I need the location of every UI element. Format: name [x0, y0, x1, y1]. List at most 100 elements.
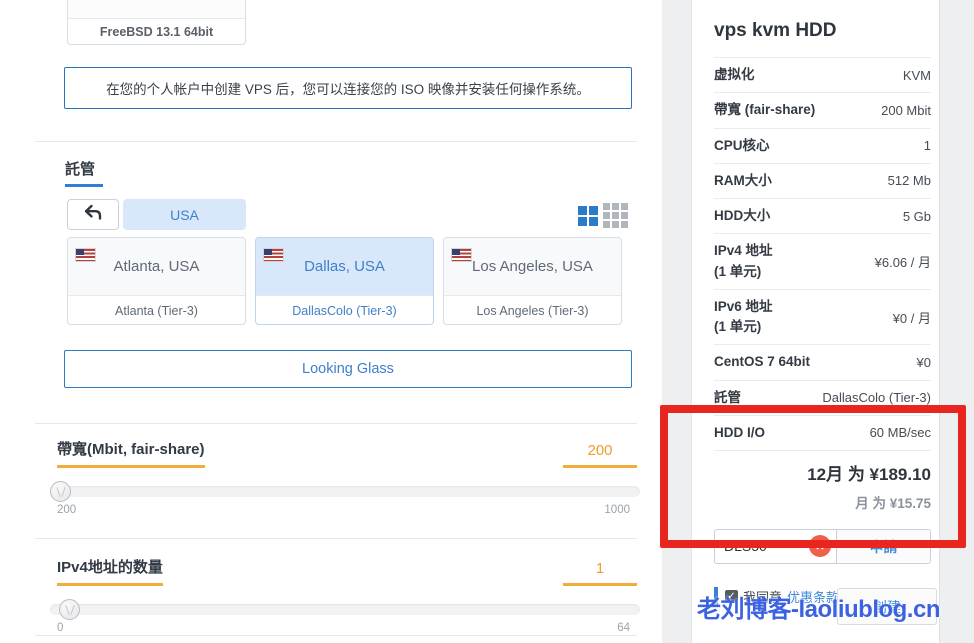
- location-city: Los Angeles, USA: [472, 258, 593, 275]
- plan-title: vps kvm HDD: [714, 0, 931, 58]
- spec-row: IPv6 地址(1 单元) ¥0 / 月: [714, 290, 931, 346]
- spec-value: DallasColo (Tier-3): [822, 390, 931, 405]
- slider-block: 帶寬(Mbit, fair-share) 200 200 1000: [35, 438, 637, 518]
- location-card[interactable]: Dallas, USA DallasColo (Tier-3): [255, 237, 434, 325]
- spec-row: CPU核心 1: [714, 129, 931, 164]
- region-label: USA: [170, 207, 199, 223]
- slider-max-label: 1000: [604, 504, 630, 516]
- slider-value: 1: [563, 560, 637, 586]
- view-toggle: [578, 203, 628, 228]
- divider: [35, 538, 637, 539]
- spec-value: ¥6.06 / 月: [875, 252, 931, 271]
- spec-value: 512 Mb: [888, 173, 931, 188]
- iso-info-text: 在您的个人帐户中创建 VPS 后，您可以连接您的 ISO 映像并安装任何操作系统…: [106, 78, 590, 98]
- spec-label: IPv6 地址: [714, 297, 773, 317]
- page-background: [940, 0, 974, 643]
- slider-min-label: 200: [57, 504, 76, 516]
- grid-view-icon[interactable]: [578, 206, 598, 226]
- us-flag-icon: [264, 249, 283, 261]
- spec-value: 60 MB/sec: [870, 425, 931, 440]
- location-city: Atlanta, USA: [114, 258, 200, 275]
- spec-label: HDD I/O: [714, 423, 765, 443]
- spec-label: CPU核心: [714, 136, 770, 156]
- spec-value: ¥0: [917, 355, 931, 370]
- divider: [35, 423, 637, 424]
- spec-label: IPv4 地址: [714, 241, 773, 261]
- region-button-usa[interactable]: USA: [123, 199, 246, 230]
- slider-knob[interactable]: [59, 599, 80, 620]
- slider-block: IPv4地址的数量 1 0 64: [35, 556, 637, 636]
- looking-glass-label: Looking Glass: [302, 361, 394, 377]
- slider-knob[interactable]: [50, 481, 71, 502]
- location-card-header: Los Angeles, USA: [444, 238, 621, 296]
- spec-row: 帶寬 (fair-share) 200 Mbit: [714, 93, 931, 128]
- looking-glass-button[interactable]: Looking Glass: [64, 350, 632, 388]
- spec-row: HDD I/O 60 MB/sec: [714, 416, 931, 451]
- slider-value: 200: [563, 442, 637, 468]
- spec-value: 200 Mbit: [881, 103, 931, 118]
- slider-label: IPv4地址的数量: [57, 556, 163, 586]
- promo-clear-icon[interactable]: ✕: [809, 535, 831, 557]
- spec-label: 託管: [714, 388, 741, 408]
- divider: [35, 635, 637, 636]
- spec-value: ¥0 / 月: [893, 308, 931, 327]
- agree-label: 我同意: [743, 587, 782, 606]
- agree-checkbox[interactable]: ✓: [725, 590, 738, 603]
- spec-row: HDD大小 5 Gb: [714, 199, 931, 234]
- location-card-list: Atlanta, USA Atlanta (Tier-3) Dallas, US…: [67, 237, 622, 325]
- create-button[interactable]: 創建: [837, 588, 937, 625]
- slider-track[interactable]: [50, 604, 640, 615]
- spec-value: KVM: [903, 68, 931, 83]
- compact-view-icon[interactable]: [603, 203, 628, 228]
- os-card-logo-area: [68, 0, 245, 19]
- configurator-column: FreeBSD 13.1 64bit 在您的个人帐户中创建 VPS 后，您可以连…: [0, 0, 662, 643]
- vps-order-page: FreeBSD 13.1 64bit 在您的个人帐户中创建 VPS 后，您可以连…: [0, 0, 974, 643]
- spec-row: 虚拟化 KVM: [714, 58, 931, 93]
- divider: [35, 141, 637, 142]
- promo-input-wrap: ✕: [715, 530, 837, 563]
- spec-sublabel: (1 单元): [714, 317, 773, 337]
- location-card[interactable]: Los Angeles, USA Los Angeles (Tier-3): [443, 237, 622, 325]
- blue-bar-decoration: [714, 587, 718, 606]
- location-datacenter: DallasColo (Tier-3): [256, 296, 433, 325]
- us-flag-icon: [452, 249, 471, 261]
- spec-row: CentOS 7 64bit ¥0: [714, 345, 931, 380]
- location-card-header: Atlanta, USA: [68, 238, 245, 296]
- column-gap: [662, 0, 691, 643]
- spec-row: 託管 DallasColo (Tier-3): [714, 381, 931, 416]
- back-arrow-icon: [83, 204, 103, 226]
- spec-row: IPv4 地址(1 单元) ¥6.06 / 月: [714, 234, 931, 290]
- os-card-freebsd[interactable]: FreeBSD 13.1 64bit: [67, 0, 246, 45]
- spec-value: 1: [924, 138, 931, 153]
- price-period: 12月 为 ¥189.10: [714, 460, 931, 485]
- price-section: 12月 为 ¥189.10 月 为 ¥15.75 ✕ 申請 ✓ 我同意 优惠条款: [714, 451, 931, 606]
- tab-hosting[interactable]: 託管: [65, 158, 95, 187]
- slider-max-label: 64: [617, 622, 630, 634]
- location-card[interactable]: Atlanta, USA Atlanta (Tier-3): [67, 237, 246, 325]
- location-datacenter: Los Angeles (Tier-3): [444, 296, 621, 325]
- iso-info-alert: 在您的个人帐户中创建 VPS 后，您可以连接您的 ISO 映像并安装任何操作系统…: [64, 67, 632, 109]
- os-card-label: FreeBSD 13.1 64bit: [68, 19, 245, 45]
- promo-apply-button[interactable]: 申請: [837, 530, 930, 563]
- slider-track[interactable]: [50, 486, 640, 497]
- location-city: Dallas, USA: [304, 258, 385, 275]
- location-card-header: Dallas, USA: [256, 238, 433, 296]
- spec-value: 5 Gb: [903, 209, 931, 224]
- spec-label: 帶寬 (fair-share): [714, 100, 815, 120]
- spec-table: 虚拟化 KVM 帶寬 (fair-share) 200 Mbit CPU核心 1…: [714, 58, 931, 451]
- back-button[interactable]: [67, 199, 119, 230]
- spec-sublabel: (1 单元): [714, 262, 773, 282]
- spec-label: HDD大小: [714, 206, 770, 226]
- spec-label: RAM大小: [714, 171, 772, 191]
- slider-min-label: 0: [57, 622, 63, 634]
- spec-label: 虚拟化: [714, 65, 755, 85]
- terms-link[interactable]: 优惠条款: [787, 587, 839, 606]
- spec-row: RAM大小 512 Mb: [714, 164, 931, 199]
- slider-label: 帶寬(Mbit, fair-share): [57, 438, 205, 468]
- promo-code-group: ✕ 申請: [714, 529, 931, 564]
- us-flag-icon: [76, 249, 95, 261]
- spec-label: CentOS 7 64bit: [714, 352, 810, 372]
- order-summary-panel: vps kvm HDD 虚拟化 KVM 帶寬 (fair-share) 200 …: [691, 0, 940, 643]
- promo-code-input[interactable]: [715, 530, 802, 561]
- price-monthly: 月 为 ¥15.75: [714, 492, 931, 512]
